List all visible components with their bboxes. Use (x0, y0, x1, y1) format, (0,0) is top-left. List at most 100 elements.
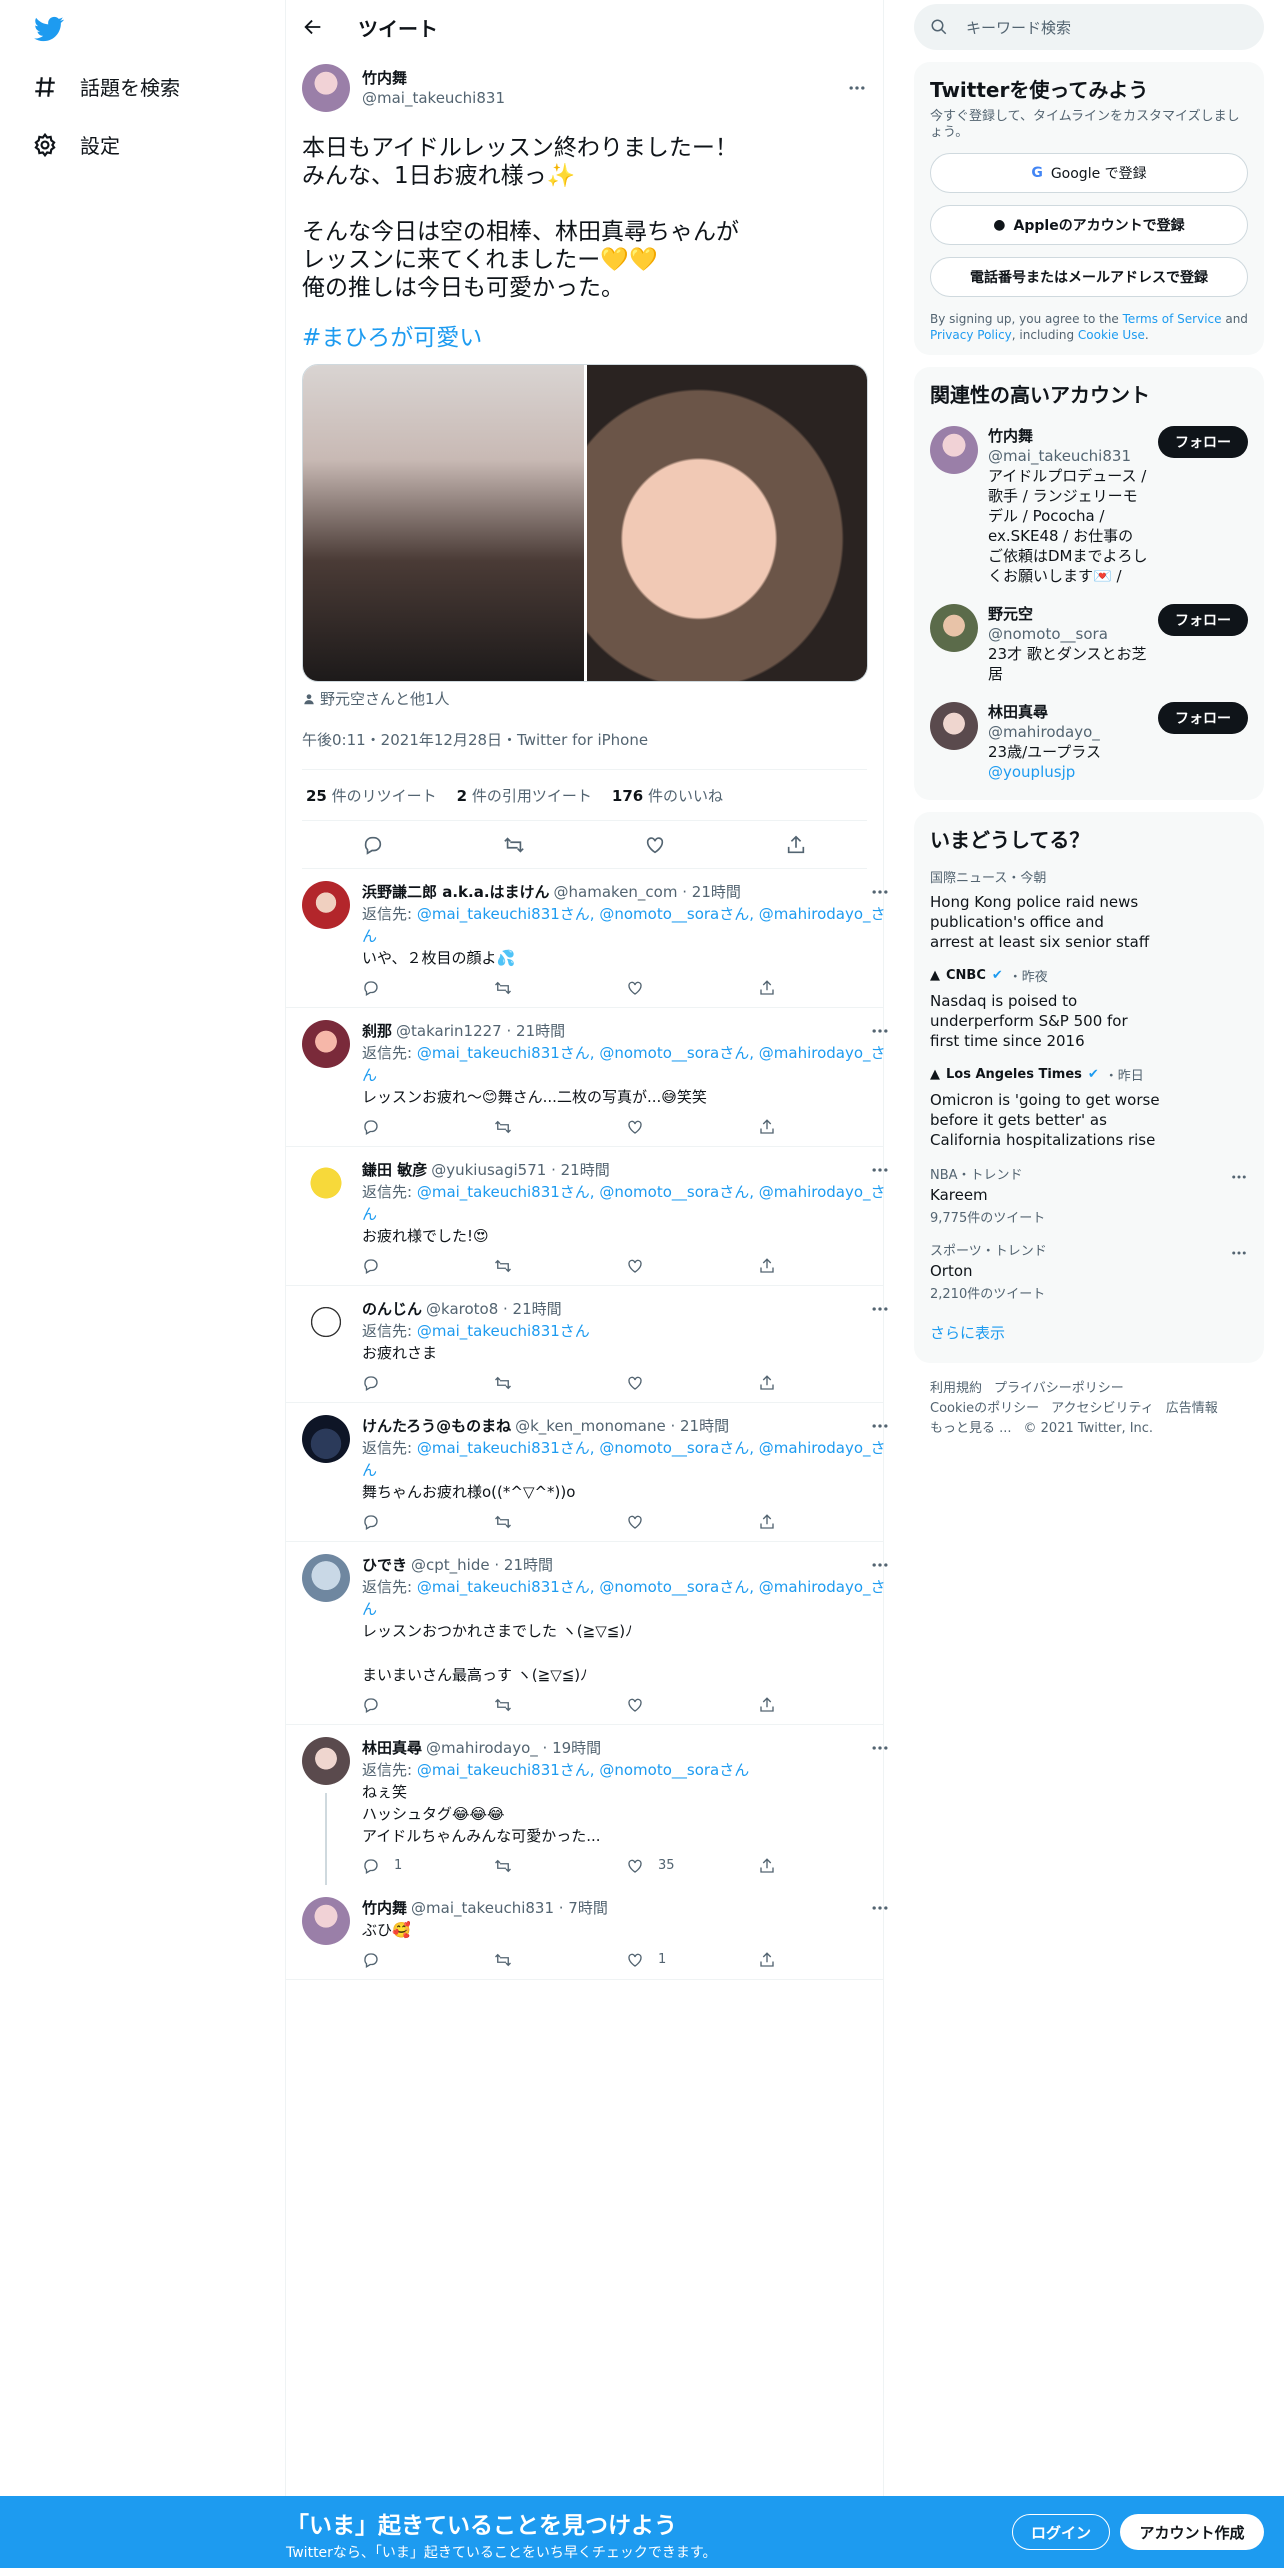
account-handle[interactable]: @mai_takeuchi831 (988, 446, 1148, 466)
reply-to-mentions[interactable]: @mai_takeuchi831さん, @nomoto__soraさん, @ma… (362, 1183, 886, 1223)
share-button[interactable] (758, 979, 890, 997)
nav-explore[interactable]: 話題を検索 (32, 72, 180, 101)
avatar[interactable] (302, 1298, 350, 1346)
reply-author-name[interactable]: 竹内舞 (362, 1897, 407, 1919)
google-signup-button[interactable]: G Google で登録 (930, 153, 1248, 193)
account-handle[interactable]: @mahirodayo_ (988, 722, 1148, 742)
share-button[interactable] (758, 1374, 890, 1392)
trend-item[interactable]: スポーツ・トレンド Orton 2,210件のツイート (930, 1240, 1248, 1302)
account-name[interactable]: 竹内舞 (988, 426, 1148, 446)
retweet-button[interactable] (494, 1857, 626, 1875)
reply-author-handle[interactable]: @karoto8 · 21時間 (426, 1298, 562, 1320)
account-name[interactable]: 林田真尋 (988, 702, 1148, 722)
share-button[interactable] (758, 1951, 890, 1969)
reply-to-mentions[interactable]: @mai_takeuchi831さん (417, 1322, 590, 1340)
share-button[interactable] (758, 1513, 890, 1531)
avatar[interactable] (302, 1737, 350, 1785)
more-icon[interactable] (870, 1898, 890, 1918)
avatar[interactable] (302, 1020, 350, 1068)
reply-tweet[interactable]: 浜野謙二郎 a.k.a.はまけん @hamaken_com · 21時間 返信先: … (286, 869, 888, 1008)
footer-accessibility[interactable]: アクセシビリティ (1051, 1401, 1154, 1416)
like-button[interactable] (626, 1696, 758, 1714)
trend-item[interactable]: ▲ Los Angeles Times ✔ ・昨日 Omicron is 'going… (930, 1065, 1248, 1150)
footer-privacy[interactable]: プライバシーポリシー (994, 1381, 1124, 1396)
reply-to-mentions[interactable]: @mai_takeuchi831さん, @nomoto__soraさん (417, 1761, 749, 1779)
author-handle[interactable]: @mai_takeuchi831 (362, 88, 835, 108)
reply-tweet[interactable]: 林田真尋 @mahirodayo_ · 19時間 返信先: @mai_takeuch… (286, 1725, 888, 1885)
account-row[interactable]: 竹内舞 @mai_takeuchi831 アイドルプロデュース / 歌手 / ラ… (930, 426, 1248, 586)
trend-item[interactable]: ▲ CNBC ✔ ・昨夜 Nasdaq is poised to underperfo… (930, 966, 1248, 1051)
bio-link[interactable]: @youplusjp (988, 763, 1075, 781)
author-name[interactable]: 竹内舞 (362, 68, 835, 88)
reply-author-handle[interactable]: @mai_takeuchi831 · 7時間 (411, 1897, 608, 1919)
avatar[interactable] (302, 881, 350, 929)
more-icon[interactable] (870, 1416, 890, 1436)
reply-author-handle[interactable]: @cpt_hide · 21時間 (411, 1554, 553, 1576)
like-button[interactable] (626, 1513, 758, 1531)
reply-author-handle[interactable]: @takarin1227 · 21時間 (396, 1020, 565, 1042)
account-row[interactable]: 野元空 @nomoto__sora 23才 歌とダンスとお芝居 フォロー (930, 604, 1248, 684)
share-button[interactable] (758, 1257, 890, 1275)
like-button[interactable] (626, 979, 758, 997)
follow-button[interactable]: フォロー (1158, 426, 1248, 458)
hashtag-link[interactable]: #まひろが可愛い (302, 324, 867, 352)
retweet-icon[interactable] (503, 834, 525, 856)
reply-author-handle[interactable]: @k_ken_monomane · 21時間 (515, 1415, 729, 1437)
twitter-logo-icon[interactable] (32, 14, 66, 44)
account-handle[interactable]: @nomoto__sora (988, 624, 1148, 644)
reply-author-name[interactable]: ひでき (362, 1554, 407, 1576)
avatar[interactable] (302, 1554, 350, 1602)
reply-tweet[interactable]: 刹那 @takarin1227 · 21時間 返信先: @mai_takeuchi8… (286, 1008, 888, 1147)
more-icon[interactable] (870, 1738, 890, 1758)
phone-signup-button[interactable]: 電話番号またはメールアドレスで登録 (930, 257, 1248, 297)
trend-item[interactable]: 国際ニュース・今朝 Hong Kong police raid news pub… (930, 867, 1248, 952)
account-name[interactable]: 野元空 (988, 604, 1148, 624)
footer-terms[interactable]: 利用規約 (930, 1381, 982, 1396)
like-button[interactable]: 35 (626, 1855, 758, 1877)
retweet-button[interactable] (494, 1374, 626, 1392)
footer-ads[interactable]: 広告情報 (1166, 1401, 1218, 1416)
reply-author-handle[interactable]: @hamaken_com · 21時間 (554, 881, 741, 903)
like-button[interactable]: 1 (626, 1949, 758, 1971)
tweet-media[interactable] (302, 364, 868, 682)
reply-author-name[interactable]: 刹那 (362, 1020, 392, 1042)
reply-tweet[interactable]: 鎌田 敏彦 @yukiusagi571 · 21時間 返信先: @mai_takeu… (286, 1147, 888, 1286)
search-box[interactable]: キーワード検索 (914, 4, 1264, 50)
more-icon[interactable] (870, 1555, 890, 1575)
avatar[interactable] (302, 1897, 350, 1945)
quote-stat[interactable]: 2 件の引用ツイート (457, 785, 592, 806)
more-icon[interactable] (847, 78, 867, 98)
reply-author-handle[interactable]: @yukiusagi571 · 21時間 (431, 1159, 609, 1181)
avatar[interactable] (302, 64, 350, 112)
reply-button[interactable] (362, 1118, 494, 1136)
more-icon[interactable] (870, 1299, 890, 1319)
like-stat[interactable]: 176 件のいいね (612, 785, 723, 806)
reply-button[interactable] (362, 1257, 494, 1275)
login-button[interactable]: ログイン (1012, 2514, 1110, 2550)
avatar[interactable] (302, 1415, 350, 1463)
reply-to-mentions[interactable]: @mai_takeuchi831さん, @nomoto__soraさん, @ma… (362, 1044, 886, 1084)
footer-cookie[interactable]: Cookieのポリシー (930, 1401, 1039, 1416)
share-icon[interactable] (785, 834, 807, 856)
more-icon[interactable] (1230, 1168, 1248, 1186)
share-button[interactable] (758, 1118, 890, 1136)
reply-to-mentions[interactable]: @mai_takeuchi831さん, @nomoto__soraさん, @ma… (362, 1578, 886, 1618)
reply-to-mentions[interactable]: @mai_takeuchi831さん, @nomoto__soraさん, @ma… (362, 905, 886, 945)
retweet-stat[interactable]: 25 件のリツイート (306, 785, 437, 806)
follow-button[interactable]: フォロー (1158, 604, 1248, 636)
reply-icon[interactable] (362, 834, 384, 856)
more-icon[interactable] (870, 1021, 890, 1041)
tweet-timestamp[interactable]: 午後0:11・2021年12月28日・Twitter for iPhone (302, 729, 867, 755)
reply-tweet[interactable]: ひでき @cpt_hide · 21時間 返信先: @mai_takeuchi831… (286, 1542, 888, 1725)
reply-author-name[interactable]: のんじん (362, 1298, 422, 1320)
like-button[interactable] (626, 1257, 758, 1275)
more-icon[interactable] (870, 882, 890, 902)
apple-signup-button[interactable]: ● Appleのアカウントで登録 (930, 205, 1248, 245)
trend-item[interactable]: NBA・トレンド Kareem 9,775件のツイート (930, 1164, 1248, 1226)
reply-author-name[interactable]: 浜野謙二郎 a.k.a.はまけん (362, 881, 550, 903)
avatar[interactable] (930, 426, 978, 474)
retweet-button[interactable] (494, 1951, 626, 1969)
privacy-link[interactable]: Privacy Policy (930, 328, 1012, 342)
account-row[interactable]: 林田真尋 @mahirodayo_ 23歳/ユープラス @youplusjp フ… (930, 702, 1248, 782)
share-button[interactable] (758, 1696, 890, 1714)
